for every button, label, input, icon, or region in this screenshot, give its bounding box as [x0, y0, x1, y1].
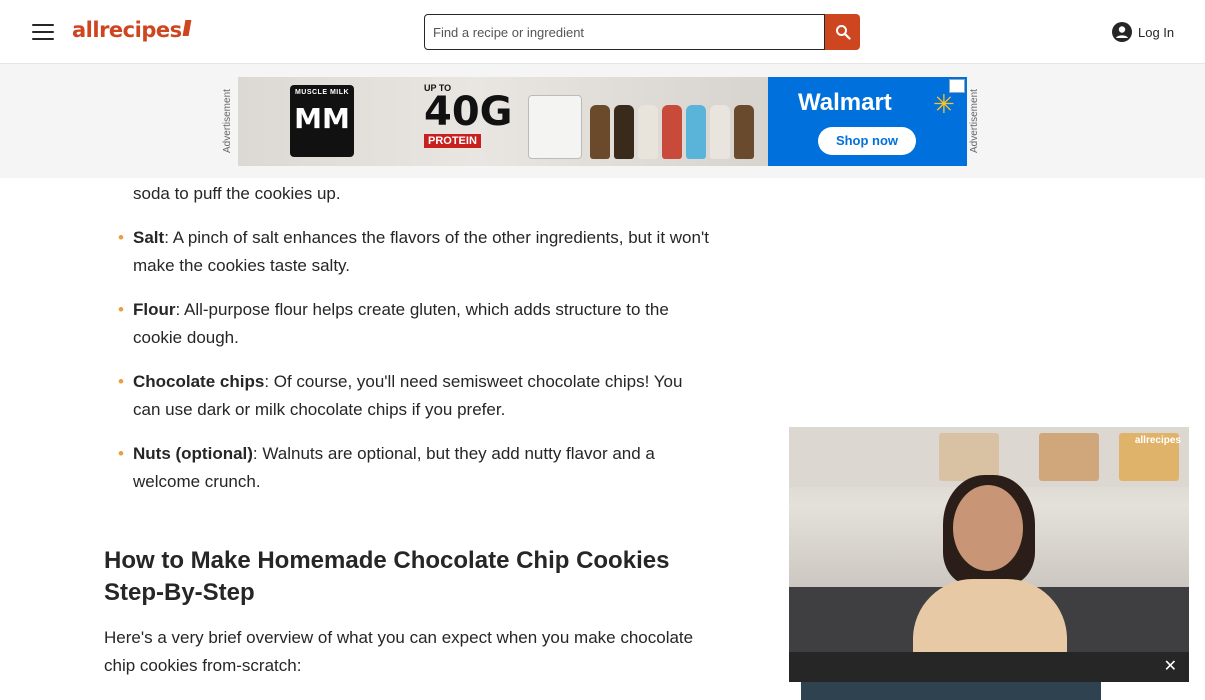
search-input[interactable]: [424, 14, 825, 50]
list-item-text: : A pinch of salt enhances the flavors o…: [133, 228, 709, 275]
site-header: allrecipes Log In: [0, 0, 1205, 64]
video-presenter: [907, 475, 1073, 652]
search-button[interactable]: [825, 14, 860, 50]
ad-label-left: Advertisement: [222, 89, 233, 153]
ad-walmart-panel: Walmart ✳ Shop now: [768, 77, 967, 166]
menu-icon[interactable]: [32, 24, 54, 40]
ad-banner[interactable]: MUSCLE MILK MM UP TO 40G PROTEIN Walmart…: [238, 77, 967, 166]
video-player[interactable]: allrecipes: [789, 427, 1189, 652]
list-item: Salt: A pinch of salt enhances the flavo…: [118, 224, 713, 280]
logo-mark-icon: [182, 20, 192, 36]
site-logo[interactable]: allrecipes: [72, 18, 192, 42]
shelf-jars: [939, 433, 999, 481]
list-item: Nuts (optional): Walnuts are optional, b…: [118, 440, 713, 496]
shop-now-button[interactable]: Shop now: [818, 127, 916, 155]
video-footer: [801, 682, 1101, 700]
walmart-spark-icon: ✳: [933, 89, 955, 119]
adchoices-icon[interactable]: [949, 79, 965, 93]
ingredient-name: Chocolate chips: [133, 372, 265, 391]
close-icon[interactable]: ✕: [1164, 658, 1177, 676]
ad-label-right: Advertisement: [969, 89, 980, 153]
ingredient-name: Salt: [133, 228, 165, 247]
account-icon: [1112, 22, 1132, 42]
intro-paragraph: Here's a very brief overview of what you…: [104, 628, 694, 675]
list-item: soda to puff the cookies up.: [133, 180, 713, 208]
ad-muscle-milk-panel: MUSCLE MILK MM UP TO 40G PROTEIN: [238, 77, 768, 166]
search-icon: [835, 25, 851, 40]
product-image: [528, 89, 758, 161]
logo-text: allrecipes: [72, 18, 182, 42]
login-label: Log In: [1138, 24, 1175, 40]
video-watermark: allrecipes: [1134, 435, 1181, 446]
list-item-text: : All-purpose flour helps create gluten,…: [133, 300, 669, 347]
ingredient-name: Flour: [133, 300, 176, 319]
list-item: Chocolate chips: Of course, you'll need …: [118, 368, 713, 424]
protein-promo: UP TO 40G PROTEIN: [424, 83, 513, 148]
walmart-logo: Walmart: [798, 89, 892, 116]
section-heading: How to Make Homemade Chocolate Chip Cook…: [104, 547, 670, 606]
list-item-text: soda to puff the cookies up.: [133, 184, 341, 203]
video-control-bar: ✕: [789, 652, 1189, 682]
login-button[interactable]: Log In: [1112, 22, 1174, 42]
muscle-milk-logo: MUSCLE MILK MM: [290, 85, 354, 157]
search-bar: [424, 14, 860, 50]
list-item: Flour: All-purpose flour helps create gl…: [118, 296, 713, 352]
ingredient-name: Nuts (optional): [133, 444, 253, 463]
shelf-jars: [1039, 433, 1099, 481]
